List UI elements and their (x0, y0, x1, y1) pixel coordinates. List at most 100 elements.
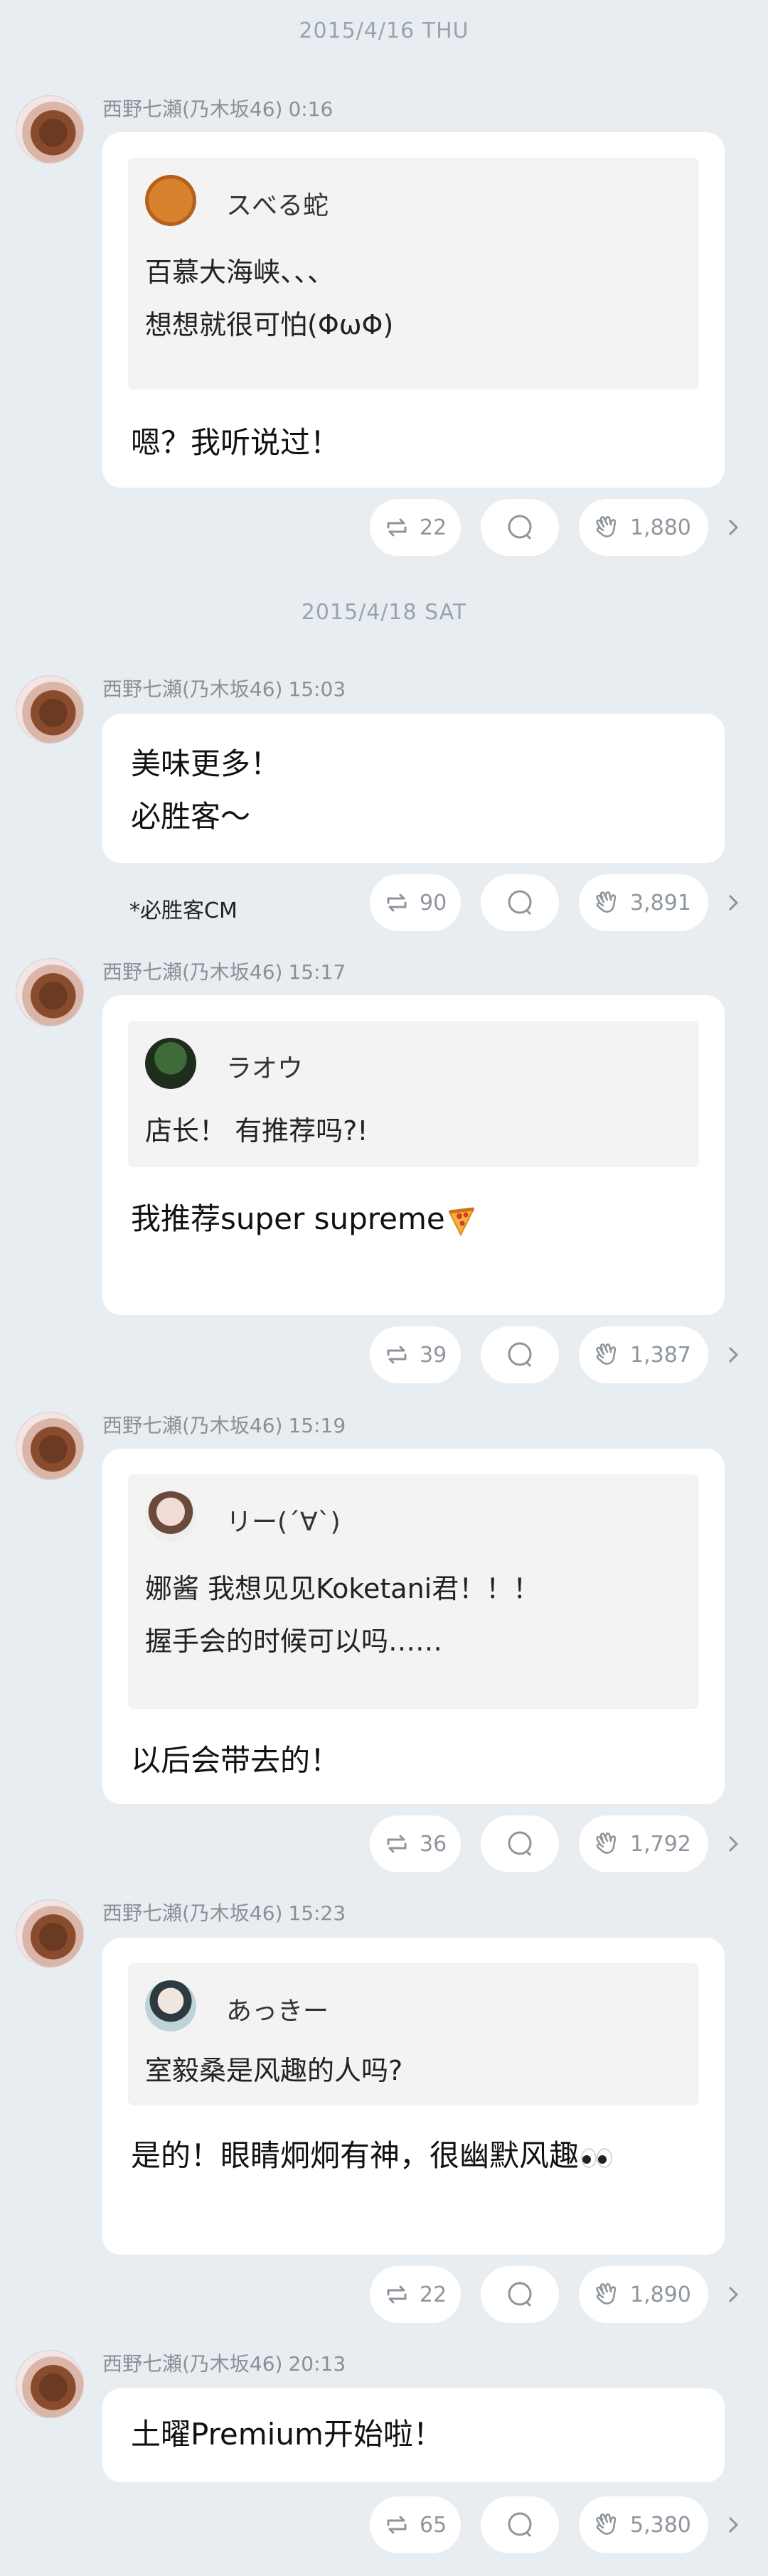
quoted-message: ラオウ 店长！ 有推荐吗?! (128, 1021, 699, 1167)
comment-button[interactable] (481, 874, 559, 931)
avatar[interactable] (16, 2350, 84, 2418)
action-bar: 36 1,792 (0, 1815, 768, 1872)
clap-count: 3,891 (630, 890, 691, 916)
repost-button[interactable]: 22 (370, 2266, 461, 2323)
comment-icon (508, 2512, 532, 2538)
clap-icon (596, 2283, 617, 2304)
comment-button[interactable] (481, 1326, 559, 1383)
author-name: 西野七瀬(乃木坂46) (102, 1901, 283, 1925)
repost-count: 39 (420, 1342, 447, 1368)
post-header: 西野七瀬(乃木坂46) 0:16 (102, 94, 333, 122)
message-line: 我推荐super supreme (131, 1201, 445, 1236)
quoted-message: リー(´∀`) 娜酱 我想见见Koketani君！！！ 握手会的时候可以吗…… (128, 1474, 699, 1709)
date-header: 2015/4/16 THU (299, 18, 469, 43)
repost-count: 22 (420, 2282, 447, 2307)
clap-button[interactable]: 5,380 (579, 2496, 708, 2553)
message-card: 土曜Premium开始啦！ (102, 2388, 725, 2482)
message-body: 以后会带去的！ (131, 1734, 696, 1787)
quote-avatar (145, 1491, 196, 1542)
post-time: 15:03 (288, 677, 346, 701)
quote-line: 室毅桑是风趣的人吗? (145, 2055, 403, 2086)
quote-author: スべる蛇 (226, 191, 329, 220)
comment-button[interactable] (481, 2496, 559, 2553)
chevron-right-icon[interactable] (722, 2511, 744, 2539)
quoted-message: あっきー 室毅桑是风趣的人吗? (128, 1963, 699, 2105)
chevron-right-icon[interactable] (722, 513, 744, 542)
avatar[interactable] (16, 1899, 84, 1968)
action-bar: 65 5,380 (0, 2496, 768, 2553)
author-name: 西野七瀬(乃木坂46) (102, 97, 283, 121)
quote-text: 娜酱 我想见见Koketani君！！！ 握手会的时候可以吗…… (145, 1562, 682, 1668)
clap-icon (596, 1832, 617, 1854)
clap-button[interactable]: 1,880 (579, 499, 708, 556)
quote-line: 店长！ 有推荐吗?! (145, 1115, 368, 1147)
clap-count: 1,890 (630, 2282, 691, 2307)
clap-button[interactable]: 3,891 (579, 874, 708, 931)
action-bar: 22 1,880 (0, 499, 768, 556)
repost-button[interactable]: 90 (370, 874, 461, 931)
post-time: 0:16 (288, 97, 334, 121)
message-body: 嗯？我听说过！ (131, 417, 696, 469)
repost-count: 90 (420, 890, 447, 916)
author-name: 西野七瀬(乃木坂46) (102, 2352, 283, 2376)
quote-line: 想想就很可怕(ΦωΦ) (145, 309, 394, 340)
repost-button[interactable]: 65 (370, 2496, 461, 2553)
action-bar: 90 3,891 (0, 874, 768, 931)
quote-author: ラオウ (226, 1054, 304, 1083)
repost-button[interactable]: 22 (370, 499, 461, 556)
clap-button[interactable]: 1,387 (579, 1326, 708, 1383)
clap-button[interactable]: 1,792 (579, 1815, 708, 1872)
message-card: ラオウ 店长！ 有推荐吗?! 我推荐super supreme (102, 995, 725, 1315)
clap-icon (596, 516, 617, 537)
action-bar: 22 1,890 (0, 2266, 768, 2323)
chevron-right-icon[interactable] (722, 889, 744, 917)
clap-count: 1,792 (630, 1831, 691, 1857)
avatar[interactable] (16, 95, 84, 163)
author-name: 西野七瀬(乃木坂46) (102, 677, 283, 701)
quote-text: 店长！ 有推荐吗?! (145, 1105, 682, 1157)
repost-count: 65 (420, 2512, 447, 2538)
comment-button[interactable] (481, 1815, 559, 1872)
message-body: 美味更多！ 必胜客～ (131, 738, 696, 843)
comment-button[interactable] (481, 2266, 559, 2323)
comment-icon (508, 1342, 532, 1368)
repost-icon (387, 1835, 407, 1853)
avatar[interactable] (16, 958, 84, 1026)
message-feed: 2015/4/16 THU 西野七瀬(乃木坂46) 0:16 スべる蛇 百慕大海峡… (0, 0, 768, 2576)
post-time: 15:19 (288, 1414, 346, 1437)
comment-button[interactable] (481, 499, 559, 556)
clap-icon (596, 891, 617, 913)
message-card: スべる蛇 百慕大海峡、、、 想想就很可怕(ΦωΦ) 嗯？我听说过！ (102, 132, 725, 488)
message-line: 以后会带去的！ (131, 1743, 341, 1778)
chevron-right-icon[interactable] (722, 1341, 744, 1369)
chevron-right-icon[interactable] (722, 1830, 744, 1858)
comment-icon (508, 515, 532, 540)
author-name: 西野七瀬(乃木坂46) (102, 1414, 283, 1437)
comment-icon (508, 1831, 532, 1857)
avatar[interactable] (16, 675, 84, 744)
quoted-message: スべる蛇 百慕大海峡、、、 想想就很可怕(ΦωΦ) (128, 158, 699, 390)
quote-avatar (145, 1980, 196, 2032)
message-body: 我推荐super supreme (131, 1193, 696, 1245)
repost-count: 22 (420, 515, 447, 540)
quote-author: あっきー (226, 1997, 329, 2026)
clap-button[interactable]: 1,890 (579, 2266, 708, 2323)
repost-icon (387, 1346, 407, 1364)
message-line: 嗯？我听说过！ (131, 425, 341, 460)
message-body: 土曜Premium开始啦！ (131, 2408, 696, 2461)
clap-count: 1,880 (630, 515, 691, 540)
date-header: 2015/4/18 SAT (301, 600, 467, 625)
repost-button[interactable]: 36 (370, 1815, 461, 1872)
message-line: 土曜Premium开始啦！ (131, 2417, 443, 2452)
post-time: 20:13 (288, 2352, 346, 2376)
author-name: 西野七瀬(乃木坂46) (102, 960, 283, 984)
quote-text: 百慕大海峡、、、 想想就很可怕(ΦωΦ) (145, 246, 682, 351)
message-line: 美味更多！ (131, 746, 281, 781)
avatar[interactable] (16, 1412, 84, 1480)
repost-button[interactable]: 39 (370, 1326, 461, 1383)
quote-avatar (145, 175, 196, 226)
post-header: 西野七瀬(乃木坂46) 15:17 (102, 957, 346, 985)
clap-icon (596, 2513, 617, 2535)
chevron-right-icon[interactable] (722, 2280, 744, 2309)
message-body: 是的！眼睛炯炯有神，很幽默风趣 (131, 2130, 696, 2182)
